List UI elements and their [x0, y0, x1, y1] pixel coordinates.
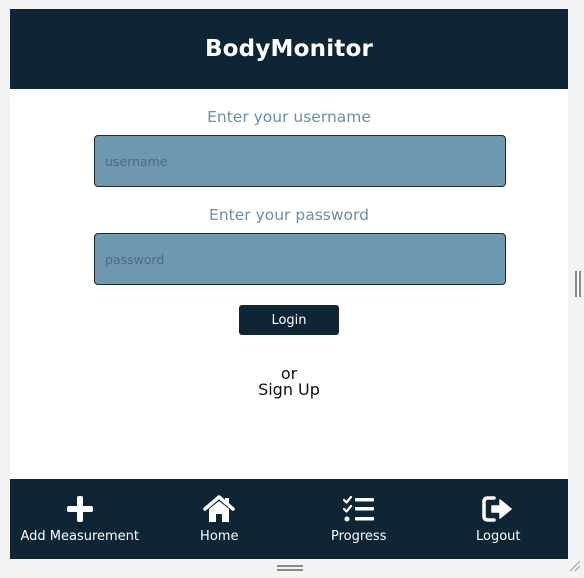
checklist-icon: [342, 495, 376, 523]
bottom-nav: Add Measurement Home Progress Logout: [10, 479, 568, 559]
nav-label: Add Measurement: [20, 529, 140, 544]
nav-label: Progress: [331, 529, 387, 544]
resize-corner-icon[interactable]: [566, 557, 582, 573]
signup-link[interactable]: Sign Up: [10, 380, 568, 399]
plus-icon: [63, 495, 97, 523]
nav-label: Logout: [475, 529, 521, 544]
nav-logout[interactable]: Logout: [429, 479, 569, 559]
browser-viewport: BodyMonitor Enter your username Enter yo…: [0, 0, 584, 573]
username-input[interactable]: [94, 135, 506, 187]
nav-add-measurement[interactable]: Add Measurement: [10, 479, 150, 559]
nav-label: Home: [200, 529, 239, 544]
nav-progress[interactable]: Progress: [289, 479, 429, 559]
username-label: Enter your username: [207, 108, 371, 126]
logout-icon: [481, 495, 515, 523]
home-icon: [202, 495, 236, 523]
password-input[interactable]: [94, 233, 506, 285]
login-button[interactable]: Login: [239, 305, 339, 335]
nav-home[interactable]: Home: [150, 479, 290, 559]
app-screen: BodyMonitor Enter your username Enter yo…: [10, 9, 568, 559]
app-header: BodyMonitor: [10, 9, 568, 89]
horizontal-resize-handle[interactable]: [277, 565, 303, 571]
vertical-resize-handle[interactable]: [575, 271, 581, 297]
password-label: Enter your password: [209, 206, 369, 224]
app-title: BodyMonitor: [204, 36, 374, 62]
